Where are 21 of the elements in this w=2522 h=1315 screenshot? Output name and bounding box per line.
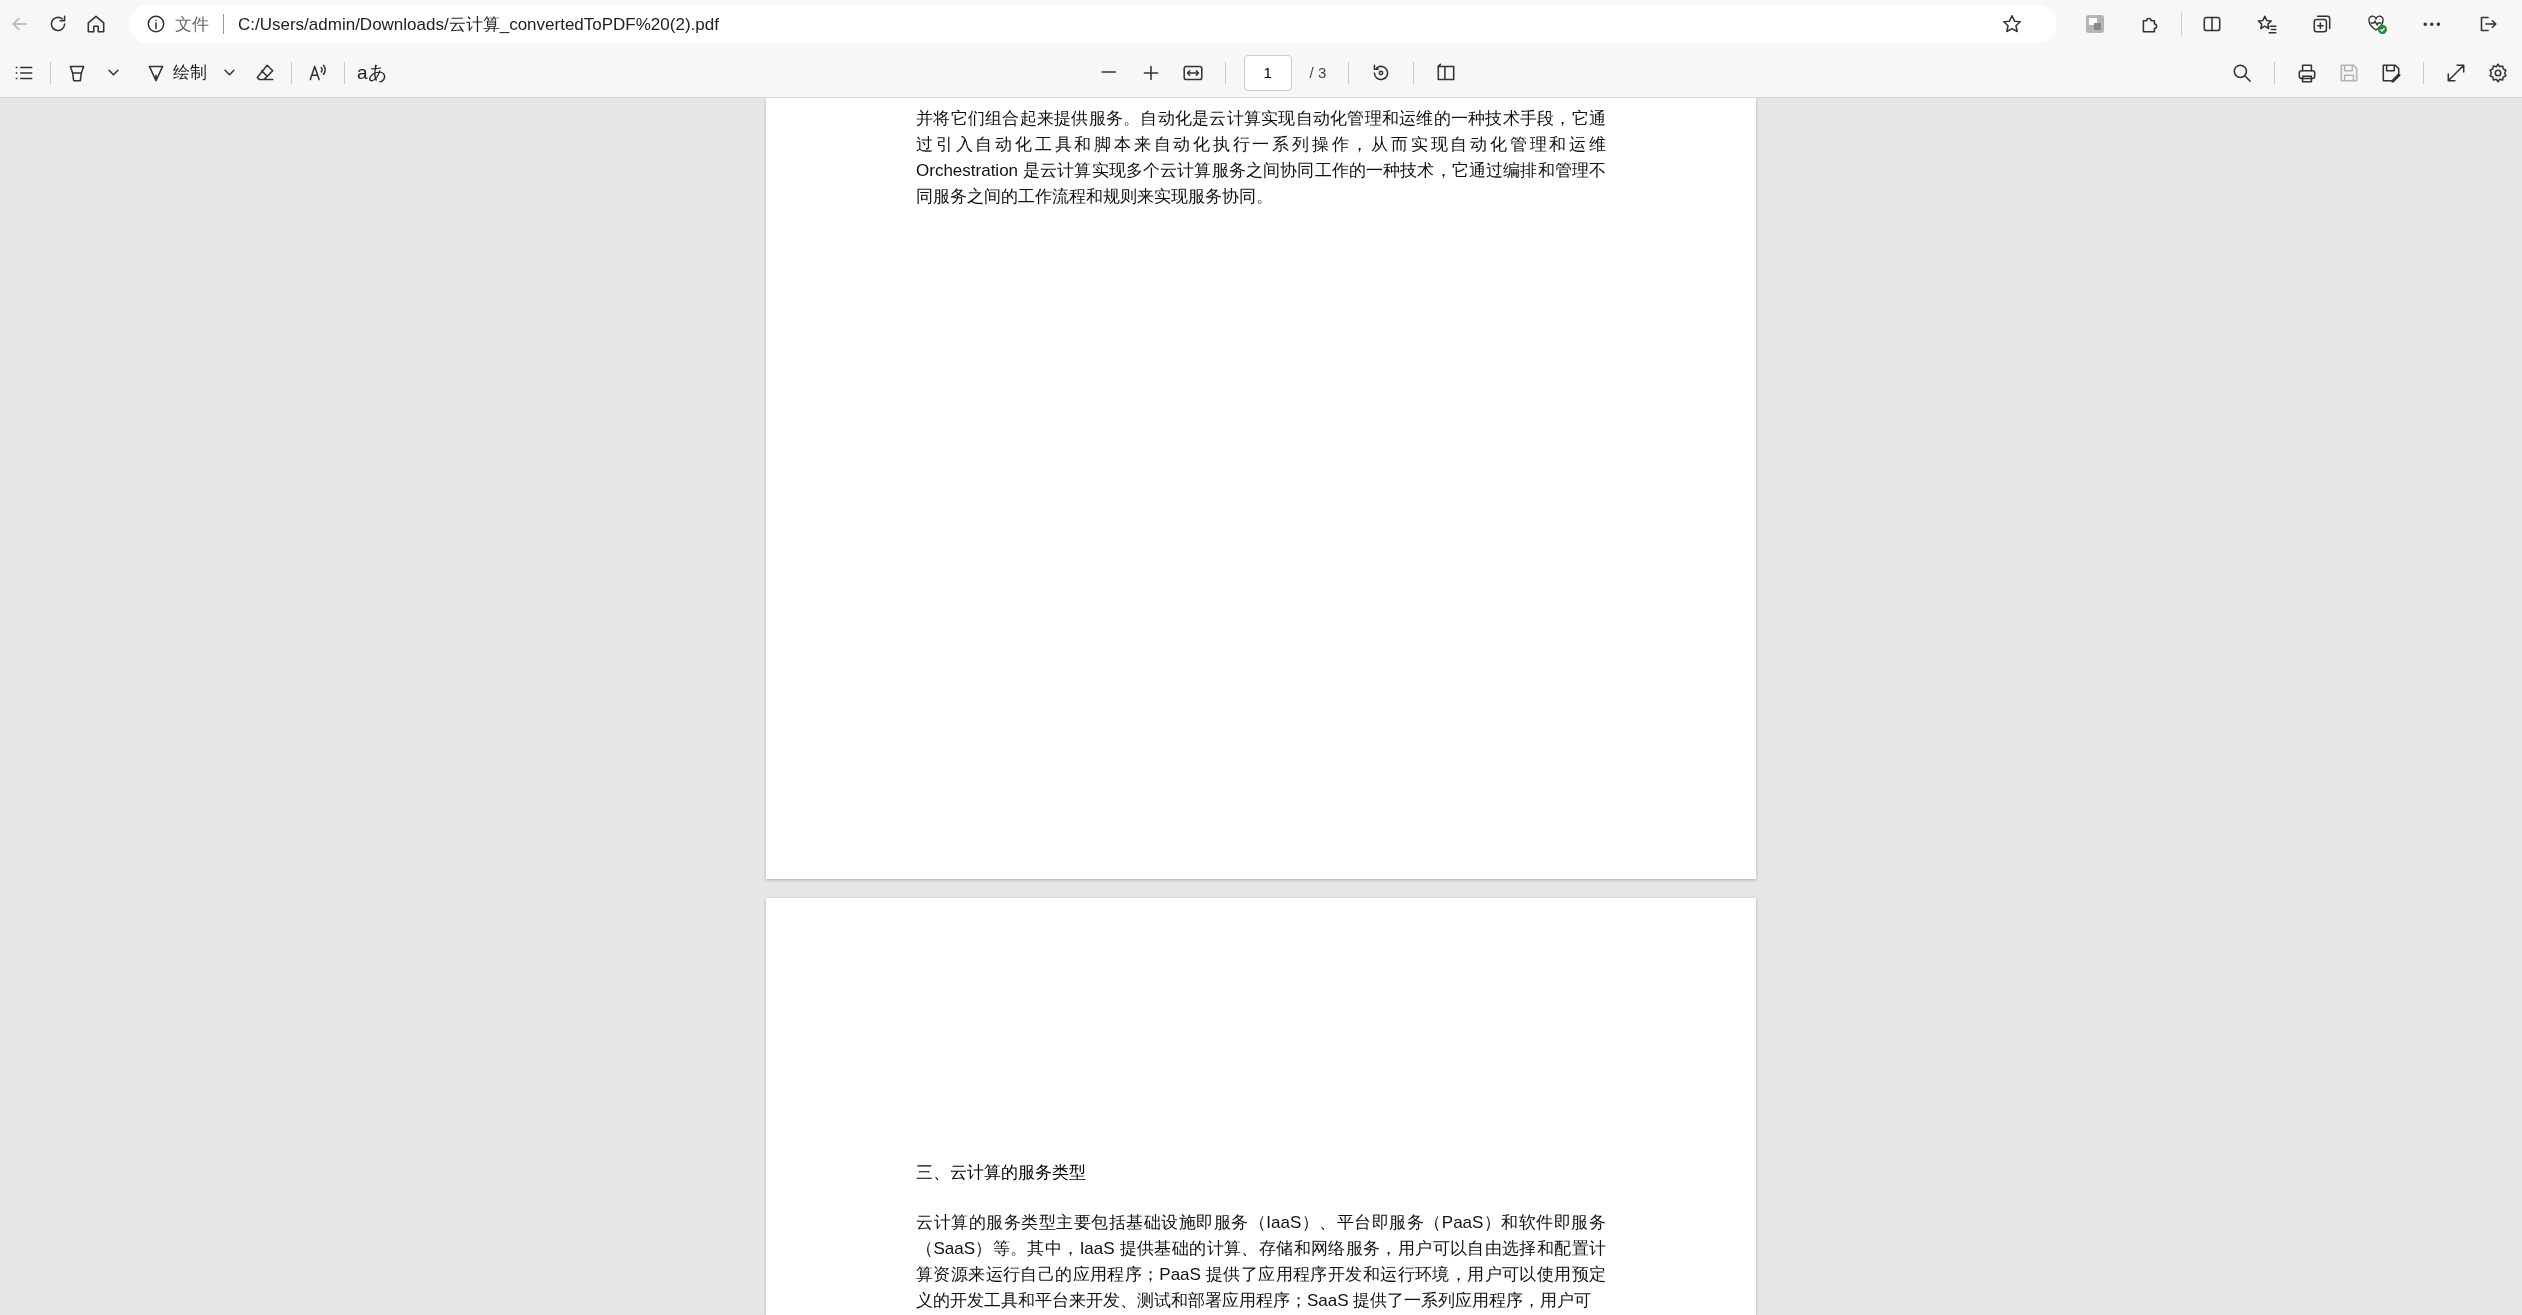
- body-paragraph: 云计算的服务类型主要包括基础设施即服务（IaaS）、平台即服务（PaaS）和软件即服务（SaaS）等。其中，IaaS 提供基础的计算、存储和网络服务，用户可以自由选择和配置计算资源来运行自己的应用程序；PaaS 提供了应用程序开发和运行环境，用户可以使用预定义的开发工具和平台来开发、测试和部署应用程序；SaaS 提供了一系列应用程序，用户可: [916, 1212, 1606, 1313]
- heart-check-icon: [2366, 13, 2388, 35]
- text-options-button[interactable]: aあ: [353, 54, 391, 91]
- star-list-icon: [2256, 13, 2278, 35]
- more-icon: [2423, 21, 2441, 27]
- section-heading: 三、云计算的服务类型: [916, 1162, 1087, 1185]
- body-paragraph: 并将它们组合起来提供服务。自动化是云计算实现自动化管理和运维的一种技术手段，它通过引入自动化工具和脚本来自动化执行一系列操作，从而实现自动化管理和运维Orchestration 是云计算实现多个云计算服务之间协同工作的一种技术，它通过编排和管理不同服务之间的工作流程和规则来实现服务协同。: [916, 108, 1606, 208]
- star-icon: [2001, 13, 2023, 35]
- file-scheme-label: 文件: [175, 13, 209, 36]
- chevron-icon: [107, 69, 119, 76]
- draw-button[interactable]: 绘制: [141, 54, 211, 91]
- settings-icon: [2487, 61, 2509, 84]
- info-icon: [145, 13, 167, 35]
- address-bar[interactable]: 文件 C:/Users/admin/Downloads/云计算_convertedToPDF%20(2).pdf: [129, 5, 2057, 43]
- page-number-field[interactable]: 1: [1243, 54, 1292, 91]
- page-count: / 3: [1309, 64, 1327, 81]
- extension-icon: [2085, 14, 2105, 34]
- chevron-icon: [223, 69, 235, 76]
- minus-icon: [1100, 71, 1117, 74]
- collections-icon: [2311, 13, 2333, 35]
- address-url: C:/Users/admin/Downloads/云计算_convertedToPDF%20(2).pdf: [238, 13, 720, 36]
